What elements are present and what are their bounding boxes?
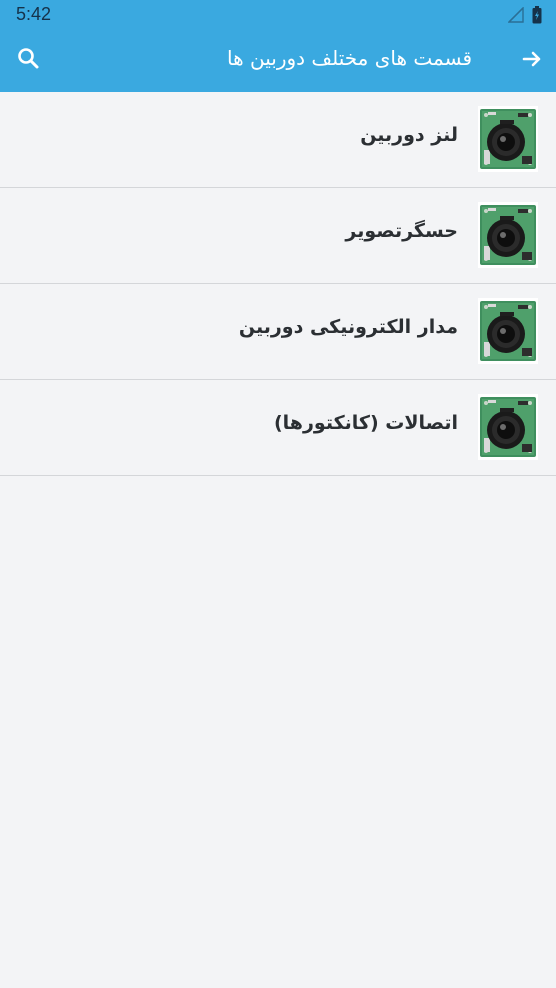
camera-module-thumbnail <box>478 394 538 460</box>
back-button[interactable] <box>512 41 552 81</box>
status-icons <box>507 6 542 28</box>
list-item-label: اتصالات (کانکتورها) <box>273 412 458 434</box>
arrow-right-icon <box>520 47 544 75</box>
camera-module-thumbnail <box>478 298 538 364</box>
status-bar: 5:42 <box>0 0 556 30</box>
camera-module-thumbnail <box>478 106 538 172</box>
list-item-connectors[interactable]: اتصالات (کانکتورها) <box>0 380 556 476</box>
list-item-lens[interactable]: لنز دوربین <box>0 92 556 188</box>
battery-icon <box>532 6 542 28</box>
signal-icon <box>507 6 524 27</box>
list-item-label: مدار الکترونیکی دوربین <box>238 316 458 338</box>
list-item-label: لنز دوربین <box>360 124 458 146</box>
status-time: 5:42 <box>16 4 52 24</box>
camera-module-thumbnail <box>478 202 538 268</box>
app-bar: قسمت های مختلف دوربین ها <box>0 30 556 92</box>
search-icon <box>16 46 40 74</box>
camera-parts-list: لنز دوربین حسگرتصویر مدار الکترونیکی دور… <box>0 92 556 476</box>
page-title: قسمت های مختلف دوربین ها <box>227 46 472 70</box>
search-button[interactable] <box>8 40 48 80</box>
list-item-image-sensor[interactable]: حسگرتصویر <box>0 188 556 284</box>
list-item-label: حسگرتصویر <box>345 220 458 242</box>
list-item-electronics[interactable]: مدار الکترونیکی دوربین <box>0 284 556 380</box>
